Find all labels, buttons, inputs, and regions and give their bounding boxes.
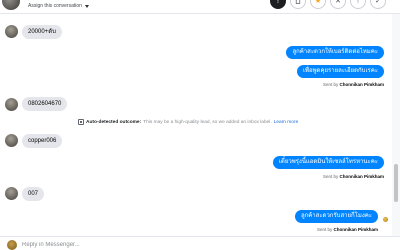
sent-by-label: Sent by Chonnikan Pimkham <box>323 82 384 87</box>
conversation-header: Assign this conversation ! ★ ✕ ↑ ✓ <box>0 0 400 14</box>
info-button[interactable]: ! <box>270 0 286 9</box>
notice-text: This may be a high-quality lead, so we a… <box>143 119 272 125</box>
contact-avatar <box>5 25 18 38</box>
reply-input[interactable] <box>22 239 322 250</box>
reply-composer <box>0 236 400 250</box>
sent-by-prefix: Sent by <box>322 82 339 87</box>
contact-avatar <box>5 98 18 111</box>
message-thread: 20000+ดับ ลูกค้าสะดวกให้เบอร์ติดต่อไหมคะ… <box>0 14 392 236</box>
archive-icon: ↑ <box>356 0 360 5</box>
contact-avatar <box>5 134 18 147</box>
sent-by-prefix: Sent by <box>322 174 339 179</box>
label-icon <box>78 119 84 125</box>
contact-avatar[interactable] <box>2 0 20 10</box>
page-avatar-icon <box>7 240 17 250</box>
incoming-message: 007 <box>22 187 45 201</box>
sender-name: Chonnikan Pimkham <box>339 174 384 179</box>
close-button[interactable]: ✕ <box>330 0 346 9</box>
outgoing-message: เดี๋ยวพรุ่งนี้แอดมินให้เซลล์โทรหานะคะ <box>272 156 384 169</box>
thread-scrollbar[interactable] <box>392 14 400 236</box>
assign-conversation-dropdown[interactable]: Assign this conversation <box>28 3 89 9</box>
sent-by-label: Sent by Chonnikan Pimkham <box>317 227 378 232</box>
outgoing-message: ลูกค้าสะดวกให้เบอร์ติดต่อไหมคะ <box>286 46 384 59</box>
seen-avatar-icon <box>383 217 388 222</box>
sender-name: Chonnikan Pimkham <box>333 227 378 232</box>
learn-more-link[interactable]: Learn more <box>274 120 299 125</box>
sender-name: Chonnikan Pimkham <box>339 82 384 87</box>
scrollbar-thumb[interactable] <box>394 164 398 202</box>
star-button[interactable]: ★ <box>310 0 326 9</box>
delete-button[interactable] <box>290 0 306 9</box>
sent-by-label: Sent by Chonnikan Pimkham <box>323 174 384 179</box>
incoming-message: 20000+ดับ <box>22 25 62 39</box>
check-icon: ✓ <box>375 0 381 5</box>
incoming-message: copper006 <box>22 134 63 148</box>
caret-down-icon <box>84 4 89 8</box>
done-button[interactable]: ✓ <box>370 0 386 9</box>
trash-icon <box>295 0 301 6</box>
star-icon: ★ <box>314 0 322 5</box>
outgoing-message: เพื่อพูดคุยรายละเอียดกับเรคะ <box>296 65 384 78</box>
auto-detected-outcome-notice: Auto-detected outcome: This may be a hig… <box>78 119 298 125</box>
incoming-message: 0802604670 <box>22 97 68 111</box>
archive-button[interactable]: ↑ <box>350 0 366 9</box>
contact-avatar <box>5 187 18 200</box>
notice-heading: Auto-detected outcome: <box>86 119 142 125</box>
close-icon: ✕ <box>335 0 341 5</box>
sent-by-prefix: Sent by <box>316 227 333 232</box>
outgoing-message: ลูกค้าสะดวกรับสายกี่โมงคะ <box>294 210 378 223</box>
conversation-view: Assign this conversation ! ★ ✕ ↑ ✓ 20000… <box>0 0 400 250</box>
assign-label: Assign this conversation <box>28 3 82 9</box>
info-icon: ! <box>277 0 279 5</box>
